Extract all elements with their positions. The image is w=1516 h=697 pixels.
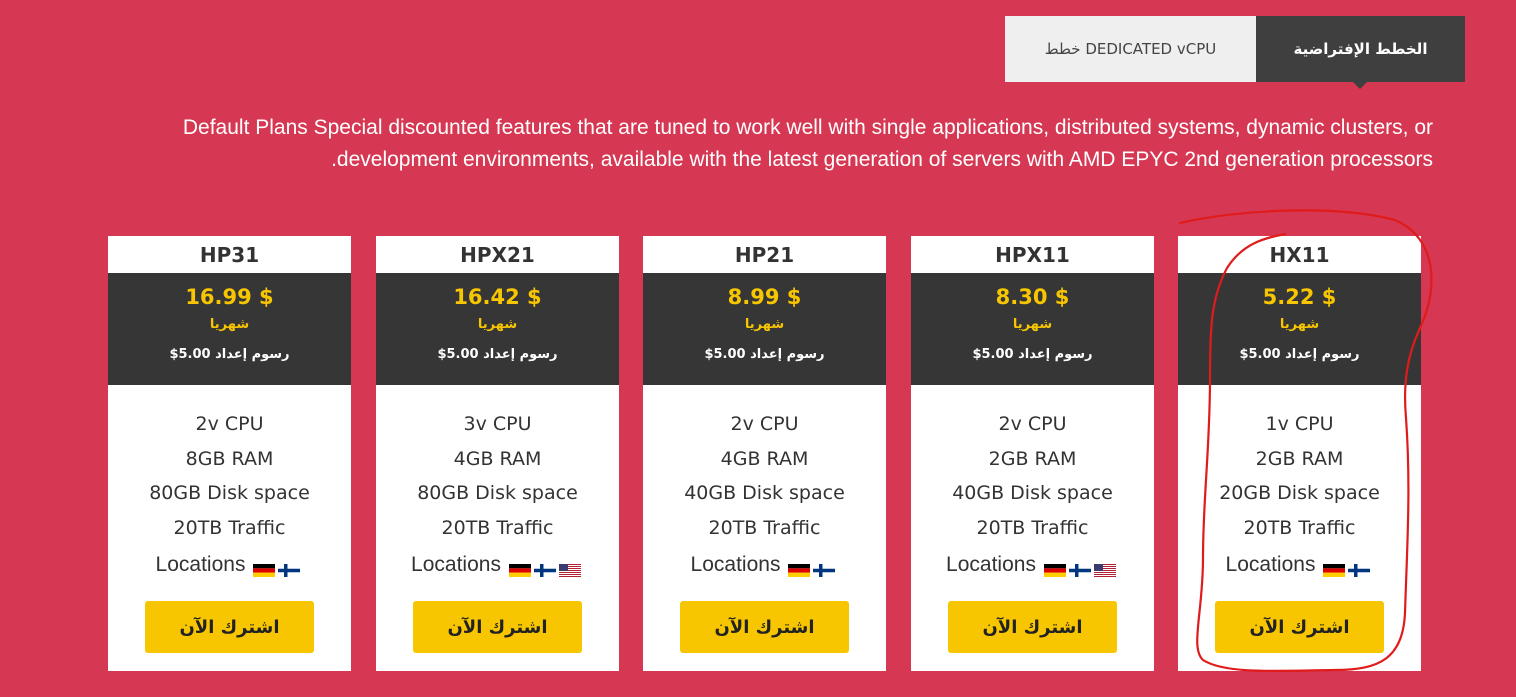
germany-flag-icon (788, 559, 811, 577)
germany-flag-icon (253, 559, 276, 577)
subscribe-button[interactable]: اشترك الآن (413, 601, 582, 653)
plan-period: شهريا (1012, 317, 1053, 332)
subscribe-button[interactable]: اشترك الآن (1215, 601, 1384, 653)
subscribe-button[interactable]: اشترك الآن (145, 601, 314, 653)
feature-disk: 80GB Disk space (149, 482, 310, 504)
feature-cpu: 2v CPU (998, 413, 1067, 435)
feature-ram: 4GB RAM (720, 447, 809, 470)
plan-price: 5.22 $ (1262, 285, 1337, 309)
usa-flag-icon (1093, 559, 1116, 577)
plan-card-hp31: HP31 16.99 $ شهريا $5.00 رسوم إعداد 2v C… (108, 236, 351, 671)
feature-traffic: 20TB Traffic (1243, 516, 1356, 539)
plan-locations: Locations (1178, 553, 1421, 577)
finland-flag-icon (278, 559, 301, 577)
plan-features: 2v CPU 2GB RAM 40GB Disk space 20TB Traf… (911, 385, 1154, 545)
germany-flag-icon (508, 559, 531, 577)
tab-dedicated-vcpu[interactable]: خطط DEDICATED vCPU (1005, 16, 1256, 82)
feature-traffic: 20TB Traffic (441, 516, 554, 539)
feature-traffic: 20TB Traffic (708, 516, 821, 539)
plan-locations: Locations (643, 553, 886, 577)
price-box: 16.42 $ شهريا $5.00 رسوم إعداد (376, 273, 619, 385)
setup-fee: $5.00 رسوم إعداد (972, 347, 1093, 362)
locations-label: Locations (1225, 553, 1316, 576)
feature-cpu: 1v CPU (1265, 413, 1334, 435)
germany-flag-icon (1043, 559, 1066, 577)
plan-price: 8.99 $ (727, 285, 802, 309)
feature-ram: 2GB RAM (988, 447, 1077, 470)
feature-cpu: 3v CPU (463, 413, 532, 435)
plan-locations: Locations (108, 553, 351, 577)
finland-flag-icon (813, 559, 836, 577)
subscribe-button[interactable]: اشترك الآن (948, 601, 1117, 653)
price-box: 8.30 $ شهريا $5.00 رسوم إعداد (911, 273, 1154, 385)
feature-disk: 40GB Disk space (952, 482, 1113, 504)
feature-traffic: 20TB Traffic (976, 516, 1089, 539)
locations-label: Locations (411, 553, 501, 576)
germany-flag-icon (1323, 559, 1346, 577)
setup-fee: $5.00 رسوم إعداد (1239, 347, 1360, 362)
usa-flag-icon (558, 559, 581, 577)
locations-label: Locations (690, 553, 781, 576)
plan-name: HX11 (1269, 242, 1330, 267)
locations-label: Locations (155, 553, 246, 576)
plan-price: 16.99 $ (185, 285, 274, 309)
locations-label: Locations (946, 553, 1036, 576)
plan-period: شهريا (477, 317, 518, 332)
plan-name: HP21 (734, 242, 795, 267)
feature-ram: 8GB RAM (185, 447, 274, 470)
plan-tabs: خطط DEDICATED vCPU الخطط الإفتراضية (1005, 16, 1465, 89)
finland-flag-icon (1348, 559, 1371, 577)
setup-fee: $5.00 رسوم إعداد (437, 347, 558, 362)
plan-features: 1v CPU 2GB RAM 20GB Disk space 20TB Traf… (1178, 385, 1421, 545)
plan-card-hp21: HP21 8.99 $ شهريا $5.00 رسوم إعداد 2v CP… (643, 236, 886, 671)
feature-cpu: 2v CPU (730, 413, 799, 435)
plan-cards: HP31 16.99 $ شهريا $5.00 رسوم إعداد 2v C… (108, 236, 1421, 671)
feature-traffic: 20TB Traffic (173, 516, 286, 539)
plan-name: HPX21 (460, 242, 535, 267)
plan-card-hx11: HX11 5.22 $ شهريا $5.00 رسوم إعداد 1v CP… (1178, 236, 1421, 671)
feature-ram: 2GB RAM (1255, 447, 1344, 470)
plan-features: 2v CPU 4GB RAM 40GB Disk space 20TB Traf… (643, 385, 886, 545)
plan-locations: Locations (376, 553, 619, 577)
plans-description: Default Plans Special discounted feature… (182, 116, 1433, 171)
setup-fee: $5.00 رسوم إعداد (704, 347, 825, 362)
plan-name: HP31 (199, 242, 260, 267)
plan-features: 3v CPU 4GB RAM 80GB Disk space 20TB Traf… (376, 385, 619, 545)
finland-flag-icon (1068, 559, 1091, 577)
plan-features: 2v CPU 8GB RAM 80GB Disk space 20TB Traf… (108, 385, 351, 545)
price-box: 5.22 $ شهريا $5.00 رسوم إعداد (1178, 273, 1421, 385)
tab-default-plans[interactable]: الخطط الإفتراضية (1256, 16, 1465, 89)
feature-disk: 80GB Disk space (417, 482, 578, 504)
plan-card-hpx11: HPX11 8.30 $ شهريا $5.00 رسوم إعداد 2v C… (911, 236, 1154, 671)
feature-ram: 4GB RAM (453, 447, 542, 470)
plan-card-hpx21: HPX21 16.42 $ شهريا $5.00 رسوم إعداد 3v … (376, 236, 619, 671)
plan-price: 16.42 $ (453, 285, 542, 309)
plan-period: شهريا (209, 317, 250, 332)
plan-locations: Locations (911, 553, 1154, 577)
setup-fee: $5.00 رسوم إعداد (169, 347, 290, 362)
feature-disk: 20GB Disk space (1219, 482, 1380, 504)
feature-cpu: 2v CPU (195, 413, 264, 435)
subscribe-button[interactable]: اشترك الآن (680, 601, 849, 653)
feature-disk: 40GB Disk space (684, 482, 845, 504)
plan-price: 8.30 $ (995, 285, 1070, 309)
price-box: 8.99 $ شهريا $5.00 رسوم إعداد (643, 273, 886, 385)
finland-flag-icon (533, 559, 556, 577)
price-box: 16.99 $ شهريا $5.00 رسوم إعداد (108, 273, 351, 385)
plan-name: HPX11 (995, 242, 1070, 267)
plan-period: شهريا (1279, 317, 1320, 332)
plan-period: شهريا (744, 317, 785, 332)
